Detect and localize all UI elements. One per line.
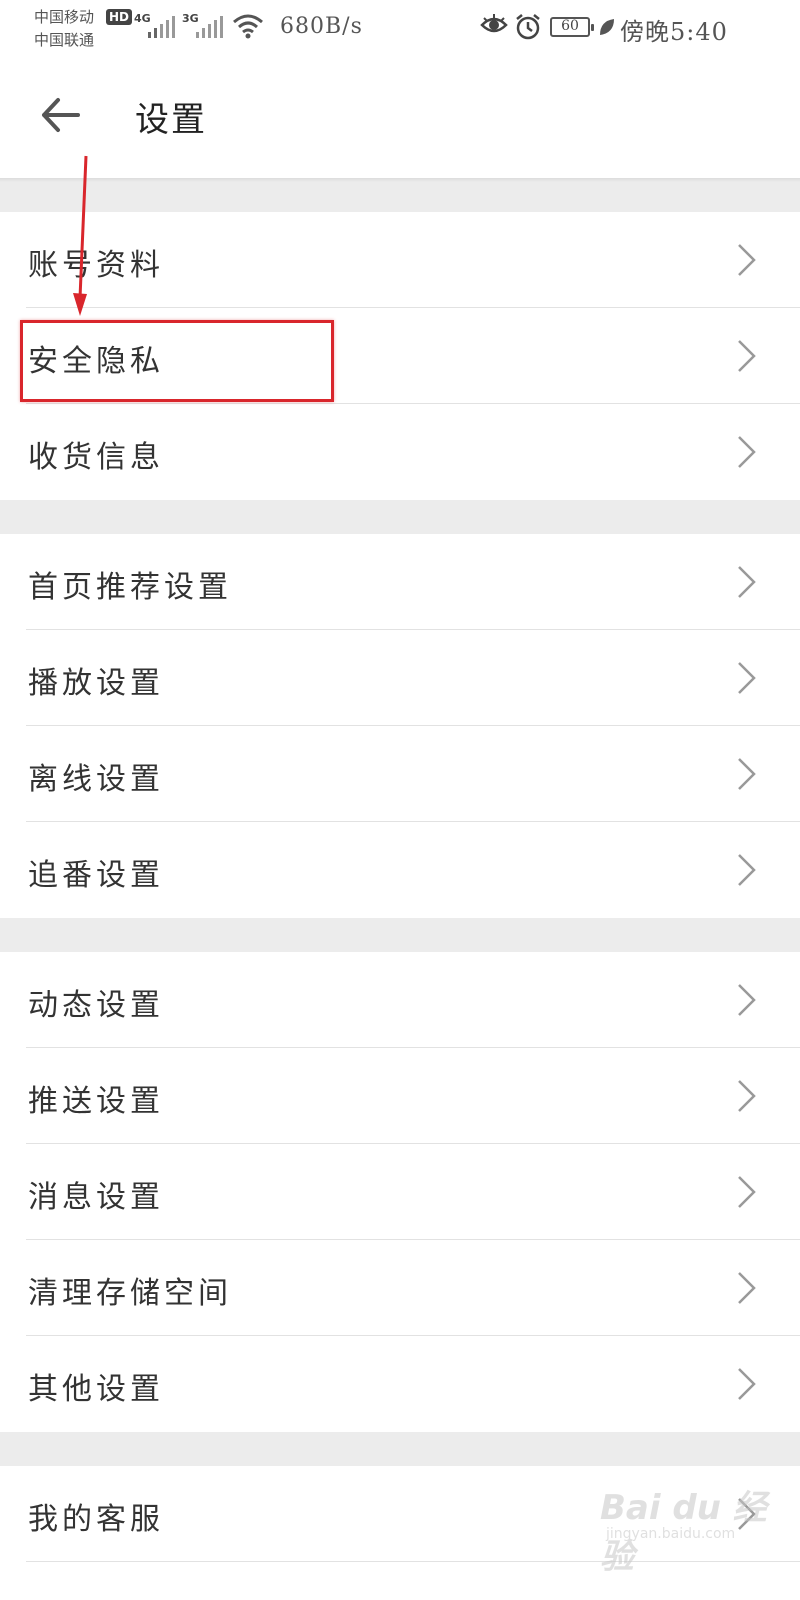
settings-item-label: 其他设置 xyxy=(28,1372,164,1407)
chevron-right-icon xyxy=(738,984,756,1016)
chevron-right-icon xyxy=(738,1176,756,1208)
chevron-right-icon xyxy=(738,436,756,468)
carrier-1: 中国移动 xyxy=(34,8,95,26)
hd-badge: HD xyxy=(106,9,133,25)
watermark-url-text: jingyan.baidu.com xyxy=(606,1526,736,1542)
arrow-left-icon xyxy=(42,98,80,132)
alarm-icon xyxy=(516,14,540,40)
settings-item-push[interactable]: 推送设置 xyxy=(0,1048,800,1144)
page-title: 设置 xyxy=(135,100,207,140)
carrier-info: 中国移动 中国联通 HD xyxy=(34,6,133,52)
settings-item-dynamics[interactable]: 动态设置 xyxy=(0,952,800,1048)
settings-item-offline[interactable]: 离线设置 xyxy=(0,726,800,822)
settings-item-label: 离线设置 xyxy=(28,762,164,797)
network-speed: 680B/s xyxy=(280,14,363,39)
settings-item-label: 我的客服 xyxy=(28,1502,164,1537)
chevron-right-icon xyxy=(738,854,756,886)
settings-item-other[interactable]: 其他设置 xyxy=(0,1336,800,1432)
settings-item-label: 追番设置 xyxy=(28,858,164,893)
chevron-right-icon xyxy=(738,1080,756,1112)
back-button[interactable] xyxy=(38,90,88,140)
status-time: 傍晚5:40 xyxy=(620,18,728,46)
carrier-2: 中国联通 xyxy=(34,31,95,49)
settings-item-clear-storage[interactable]: 清理存储空间 xyxy=(0,1240,800,1336)
app-header: 设置 xyxy=(0,58,800,178)
settings-item-label: 播放设置 xyxy=(28,666,164,701)
battery-level: 60 xyxy=(561,18,579,34)
baidu-jingyan-watermark: Bai du 经验 jingyan.baidu.com xyxy=(600,1480,790,1577)
settings-item-label: 推送设置 xyxy=(28,1084,164,1119)
chevron-right-icon xyxy=(738,566,756,598)
chevron-right-icon xyxy=(738,758,756,790)
battery-icon: 60 xyxy=(550,17,594,37)
chevron-right-icon xyxy=(738,340,756,372)
settings-item-label: 清理存储空间 xyxy=(28,1276,232,1311)
eye-comfort-icon xyxy=(480,14,508,33)
status-right: 60 傍晚5:40 xyxy=(480,10,780,46)
settings-item-label: 收货信息 xyxy=(28,440,164,475)
settings-item-home-recommend[interactable]: 首页推荐设置 xyxy=(0,534,800,630)
settings-item-label: 动态设置 xyxy=(28,988,164,1023)
power-saving-leaf-icon xyxy=(600,19,614,35)
settings-item-label: 首页推荐设置 xyxy=(28,570,232,605)
settings-item-follow-anime[interactable]: 追番设置 xyxy=(0,822,800,918)
wifi-icon xyxy=(233,14,263,39)
chevron-right-icon xyxy=(738,244,756,276)
settings-item-label: 消息设置 xyxy=(28,1180,164,1215)
chevron-right-icon xyxy=(738,662,756,694)
annotation-arrow-icon xyxy=(73,155,88,316)
section-gap xyxy=(0,1432,800,1466)
section-gap xyxy=(0,182,800,212)
settings-item-messages[interactable]: 消息设置 xyxy=(0,1144,800,1240)
chevron-right-icon xyxy=(738,1272,756,1304)
annotation-highlight-box xyxy=(20,320,334,402)
section-gap xyxy=(0,500,800,534)
section-gap xyxy=(0,918,800,952)
settings-item-account-profile[interactable]: 账号资料 xyxy=(0,212,800,308)
chevron-right-icon xyxy=(738,1368,756,1400)
settings-item-playback[interactable]: 播放设置 xyxy=(0,630,800,726)
status-bar: 中国移动 中国联通 HD 4G 3G 680B/s 60 傍晚5:40 xyxy=(0,0,800,58)
settings-item-shipping-info[interactable]: 收货信息 xyxy=(0,404,800,500)
settings-screen: 中国移动 中国联通 HD 4G 3G 680B/s 60 傍晚5:40 设置 账… xyxy=(0,0,800,1600)
